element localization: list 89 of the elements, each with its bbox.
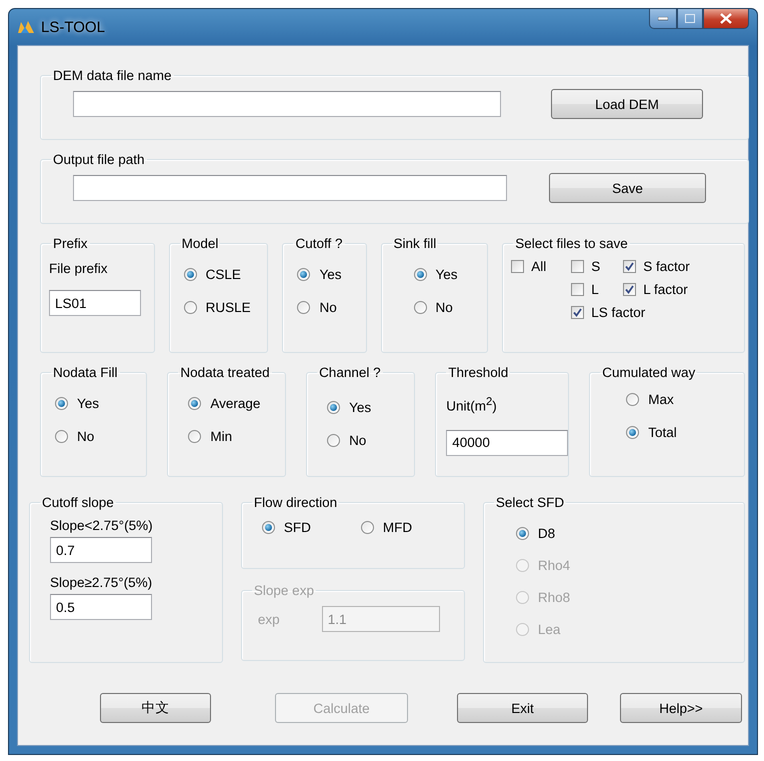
group-label: Cumulated way	[601, 365, 696, 380]
save-button[interactable]: Save	[549, 173, 706, 203]
dialog-button[interactable]: Help>>	[620, 693, 742, 723]
radio-button[interactable]	[414, 268, 426, 281]
group-label: Select SFD	[494, 495, 566, 510]
option-label: Yes	[319, 267, 342, 282]
group-label: Flow direction	[252, 495, 338, 510]
group-label: Sink fill	[392, 236, 438, 251]
option-label: No	[319, 300, 337, 315]
file-name-field[interactable]	[73, 91, 501, 117]
option-label: MFD	[382, 520, 412, 535]
radio-button[interactable]	[184, 268, 197, 281]
group-label: Threshold	[447, 365, 510, 380]
option-label: Rho8	[538, 590, 570, 605]
dialog-button[interactable]: Exit	[457, 693, 588, 723]
field-label: Slope≥2.75°(5%)	[50, 575, 154, 590]
close-icon	[720, 13, 732, 24]
option-label: Yes	[77, 396, 100, 411]
radio-button[interactable]	[414, 301, 426, 314]
option-label: Min	[210, 429, 232, 444]
dialog-button[interactable]: 中文	[100, 693, 211, 723]
option-label: Yes	[349, 400, 372, 415]
option-label: Lea	[538, 622, 560, 637]
checkbox-label: S factor	[643, 259, 690, 274]
checkbox-label: S	[591, 259, 600, 274]
group-label: Cutoff ?	[294, 236, 344, 251]
group-label: Select files to save	[514, 236, 629, 251]
radio-button[interactable]	[55, 430, 68, 443]
option-label: Rho4	[538, 558, 570, 573]
radio-button[interactable]	[188, 397, 202, 410]
checkbox-label: All	[531, 259, 546, 274]
option-label: Max	[648, 392, 674, 407]
field-label: File prefix	[49, 261, 109, 276]
radio-button[interactable]	[184, 301, 197, 314]
option-label: Total	[648, 425, 677, 440]
checkbox[interactable]	[571, 260, 584, 273]
radio-button[interactable]	[626, 426, 640, 439]
group-label: Nodata Fill	[52, 365, 119, 380]
checkbox[interactable]	[571, 306, 584, 319]
radio-button[interactable]	[626, 393, 640, 406]
checkbox[interactable]	[511, 260, 524, 273]
group-label: Slope exp	[252, 583, 315, 598]
option-label: RUSLE	[206, 300, 251, 315]
minimize-button[interactable]	[649, 9, 677, 29]
radio-button[interactable]	[327, 401, 340, 414]
group-label: Channel ?	[318, 365, 382, 380]
radio-button[interactable]	[360, 521, 374, 534]
checkbox[interactable]	[623, 283, 636, 296]
prefix-field[interactable]: LS01	[49, 290, 141, 316]
radio-button[interactable]	[297, 301, 310, 314]
group-label: DEM data file name	[52, 68, 173, 83]
option-label: Average	[210, 396, 260, 411]
field-label: Slope<2.75°(5%)	[50, 518, 154, 533]
maximize-button[interactable]	[677, 9, 703, 29]
slope-field[interactable]: 0.7	[50, 537, 152, 563]
option-label: No	[349, 433, 366, 448]
option-label: D8	[538, 526, 556, 541]
group-label: Model	[180, 236, 220, 251]
group-label: Nodata treated	[179, 365, 271, 380]
window-title: LS-TOOL	[41, 18, 105, 36]
threshold-field[interactable]: 40000	[446, 430, 568, 456]
maximize-icon	[685, 14, 695, 23]
checkbox-label: L factor	[643, 282, 688, 297]
checkbox-label: LS factor	[591, 305, 646, 320]
option-label: No	[436, 300, 453, 315]
field-label: exp	[258, 612, 280, 626]
radio-button[interactable]	[262, 521, 275, 534]
checkbox-label: L	[591, 282, 599, 297]
option-label: Yes	[436, 267, 458, 282]
option-label: No	[77, 429, 94, 444]
radio-button[interactable]	[55, 397, 68, 410]
radio-button[interactable]	[327, 434, 340, 447]
radio-button[interactable]	[297, 268, 310, 281]
option-label: SFD	[284, 520, 311, 535]
checkbox[interactable]	[571, 283, 584, 296]
slope-field[interactable]: 0.5	[50, 594, 152, 620]
radio-button[interactable]	[516, 527, 529, 540]
radio-button[interactable]	[188, 430, 202, 443]
app-icon	[17, 19, 35, 35]
group-label: Cutoff slope	[41, 495, 115, 510]
group-label: Output file path	[52, 152, 146, 167]
field-label: Unit(m$^{2}$)	[446, 396, 498, 414]
minimize-icon	[658, 16, 668, 20]
option-label: CSLE	[206, 267, 241, 282]
load-dem-button[interactable]: Load DEM	[551, 89, 703, 119]
checkbox[interactable]	[623, 260, 636, 273]
group-label: Prefix	[52, 236, 89, 251]
output-path-field[interactable]	[73, 175, 507, 201]
close-button[interactable]	[703, 9, 749, 29]
